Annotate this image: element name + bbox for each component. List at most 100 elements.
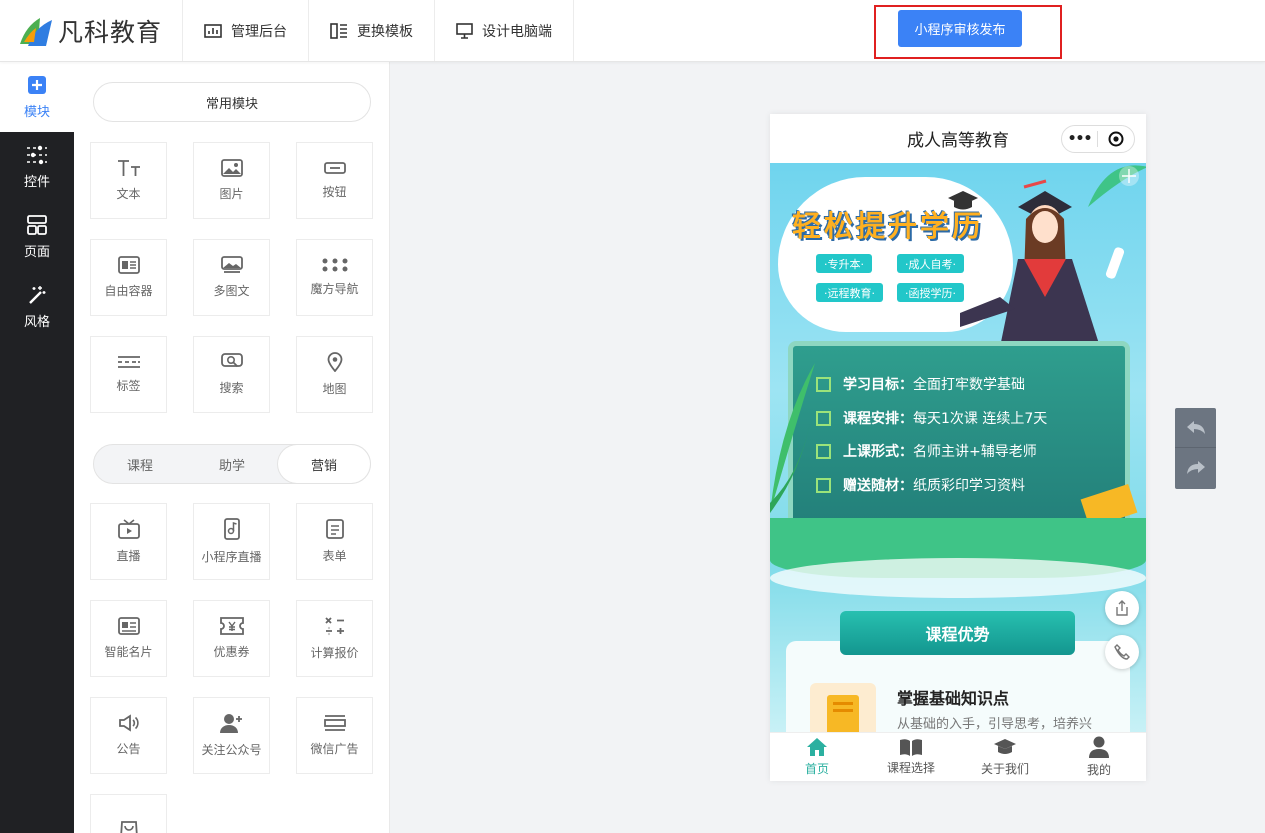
tabbar-label: 首页: [804, 762, 829, 776]
module-text[interactable]: 文本: [90, 142, 167, 219]
tab-course[interactable]: 课程: [94, 445, 186, 483]
phone-icon: [1114, 644, 1130, 660]
module-free-container[interactable]: 自由容器: [90, 239, 167, 316]
sliders-icon: [27, 145, 47, 164]
book-open-icon: [900, 739, 922, 756]
tag-icon: [117, 356, 140, 368]
module-label: 直播: [116, 549, 141, 563]
bag-icon: [119, 820, 138, 833]
tabbar-label: 我的: [1086, 763, 1111, 777]
close-target-icon[interactable]: [1098, 131, 1134, 147]
user-plus-icon: [219, 714, 242, 733]
module-search[interactable]: 搜索: [193, 336, 270, 413]
module-live[interactable]: 直播: [90, 503, 167, 580]
page-title: 成人高等教育: [907, 131, 1009, 151]
module-miniapp-live[interactable]: 小程序直播: [193, 503, 270, 580]
redo-button[interactable]: [1175, 448, 1216, 488]
speaker-icon: [118, 714, 139, 732]
sidebar-item-label: 模块: [23, 104, 50, 120]
book-thumbnail: [810, 683, 876, 732]
module-announcement[interactable]: 公告: [90, 697, 167, 774]
tab-assist[interactable]: 助学: [186, 445, 278, 483]
nav-design-desktop[interactable]: 设计电脑端: [435, 0, 574, 61]
share-icon: [1116, 600, 1128, 616]
banner-chip: ·成人自考·: [897, 254, 964, 273]
tab-marketing[interactable]: 营销: [278, 445, 370, 483]
tabbar-mine[interactable]: 我的: [1052, 733, 1146, 781]
card-description: 从基础的入手，引导思考，培养兴: [897, 717, 1093, 732]
banner-water: [770, 558, 1146, 598]
module-map[interactable]: 地图: [296, 336, 373, 413]
module-label: 文本: [116, 187, 141, 201]
module-multi-image[interactable]: 多图文: [193, 239, 270, 316]
search-icon: [220, 353, 243, 368]
miniapp-header: 成人高等教育 •••: [770, 114, 1146, 163]
tabbar-course-select[interactable]: 课程选择: [864, 733, 958, 781]
board-line-key: 学习目标：: [843, 377, 913, 393]
module-label: 地图: [322, 382, 347, 396]
magic-wand-icon: [29, 285, 46, 304]
module-label: 自由容器: [104, 284, 153, 298]
book-icon: [827, 695, 859, 732]
sidebar-item-pages[interactable]: 页面: [0, 202, 74, 272]
module-label: 按钮: [322, 185, 347, 199]
module-shop[interactable]: [90, 794, 167, 833]
tabbar-about-us[interactable]: 关于我们: [958, 733, 1052, 781]
form-icon: [325, 519, 344, 539]
module-wechat-ad[interactable]: 微信广告: [296, 697, 373, 774]
dashboard-icon: [204, 23, 222, 38]
plus-square-icon: [28, 75, 46, 94]
button-icon: [323, 162, 346, 174]
undo-button[interactable]: [1175, 408, 1216, 448]
publish-button[interactable]: 小程序审核发布: [898, 10, 1022, 47]
tabbar-home[interactable]: 首页: [770, 733, 864, 781]
module-label: 表单: [322, 549, 347, 563]
sidebar-item-controls[interactable]: 控件: [0, 132, 74, 202]
more-dots-icon[interactable]: •••: [1062, 131, 1099, 147]
module-label: 微信广告: [310, 742, 359, 756]
sidebar-item-style[interactable]: 风格: [0, 272, 74, 342]
sidebar-item-modules[interactable]: 模块: [0, 62, 74, 132]
module-label: 智能名片: [104, 645, 153, 659]
module-form[interactable]: 表单: [296, 503, 373, 580]
person-icon: [1089, 736, 1109, 758]
phone-call-button[interactable]: [1105, 635, 1139, 669]
module-label: 计算报价: [310, 646, 359, 660]
module-label: 标签: [116, 379, 141, 393]
graduate-illustration: [960, 179, 1125, 347]
module-price-calculator[interactable]: 计算报价: [296, 600, 373, 677]
module-tag[interactable]: 标签: [90, 336, 167, 413]
module-category-tabs: 课程 助学 营销: [93, 444, 371, 484]
card-title: 掌握基础知识点: [897, 689, 1010, 708]
map-pin-icon: [327, 352, 342, 372]
sidebar-item-label: 风格: [23, 314, 50, 330]
board-line-value: 全面打牢数学基础: [913, 377, 1025, 393]
miniapp-capsule: •••: [1061, 125, 1135, 153]
miniapp-tabbar: 首页 课程选择 关于我们 我的: [770, 732, 1146, 781]
logo-mark-icon: [20, 17, 52, 46]
coupon-icon: [219, 617, 244, 635]
nav-dashboard[interactable]: 管理后台: [183, 0, 309, 61]
module-image[interactable]: 图片: [193, 142, 270, 219]
module-label: 魔方导航: [310, 282, 359, 296]
module-coupon[interactable]: 优惠券: [193, 600, 270, 677]
board-line-key: 课程安排：: [843, 411, 913, 427]
home-icon: [807, 738, 827, 756]
module-label: 公告: [116, 742, 141, 756]
common-modules-header[interactable]: 常用模块: [93, 82, 371, 122]
left-sidebar: 模块 控件 页面 风格: [0, 62, 74, 833]
share-button[interactable]: [1105, 591, 1139, 625]
module-button[interactable]: 按钮: [296, 142, 373, 219]
module-label: 优惠券: [213, 645, 250, 659]
hero-banner[interactable]: 轻松提升学历 ·专升本· ·成人自考· ·远程教育· ·函授学历· 学习目标：全…: [770, 163, 1146, 732]
module-follow-account[interactable]: 关注公众号: [193, 697, 270, 774]
nav-change-template[interactable]: 更换模板: [309, 0, 435, 61]
sidebar-item-label: 控件: [23, 174, 50, 190]
module-smart-card[interactable]: 智能名片: [90, 600, 167, 677]
container-icon: [117, 256, 140, 274]
module-label: 多图文: [213, 284, 250, 298]
module-label: 图片: [219, 187, 244, 201]
module-panel: 常用模块 文本 图片 按钮 自由容器 多图文 魔方导航 标签 搜索 地图 课程 …: [74, 62, 390, 833]
brand-logo[interactable]: 凡科教育: [0, 0, 183, 61]
module-cube-nav[interactable]: 魔方导航: [296, 239, 373, 316]
